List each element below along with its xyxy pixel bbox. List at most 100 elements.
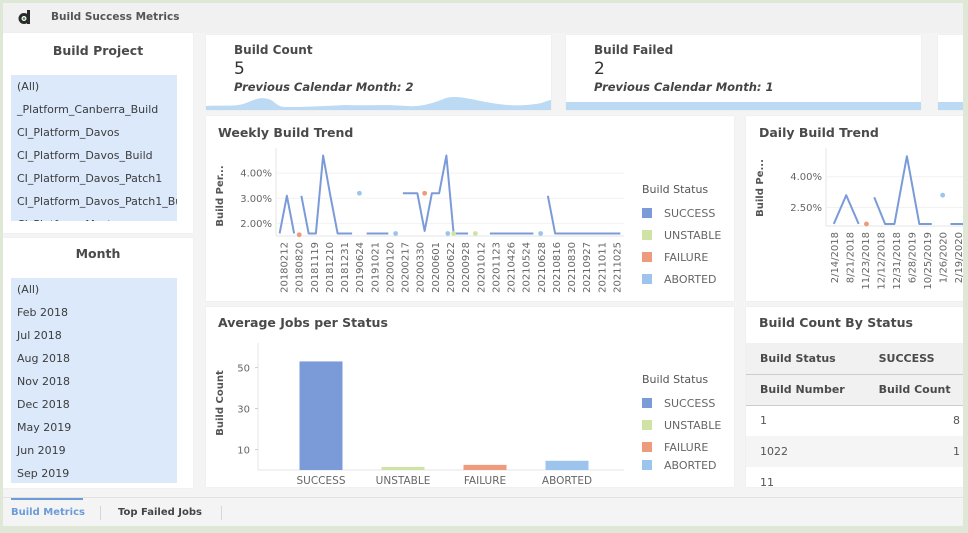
legend-item-unstable[interactable]: UNSTABLE: [642, 414, 721, 436]
x-tick-label: 20191021: [370, 242, 381, 293]
header-cell: Build Number: [746, 374, 865, 406]
x-tick-label: 20210816: [552, 242, 563, 293]
tab-separator: [221, 506, 222, 520]
legend-label: SUCCESS: [664, 206, 716, 220]
series-point-unstable: [451, 231, 457, 236]
x-tick-label: 8/21/2018: [845, 232, 856, 283]
status-table: Build Status SUCCESS Build Number Build …: [746, 343, 963, 487]
kpi-value: 2: [594, 59, 605, 79]
legend-item-unstable[interactable]: UNSTABLE: [642, 224, 721, 246]
legend-item-failure[interactable]: FAILURE: [642, 436, 721, 458]
filter-item[interactable]: Aug 2018: [11, 347, 177, 370]
x-tick-label: 20210830: [567, 242, 578, 293]
active-tab-indicator: [11, 498, 83, 500]
filter-item[interactable]: Jul 2018: [11, 324, 177, 347]
bar-failure: [463, 464, 507, 470]
series-line-success: [832, 194, 860, 225]
legend-label: FAILURE: [664, 440, 709, 454]
filter-item[interactable]: _Platform_Canberra_Build: [11, 98, 177, 121]
tab-separator: [100, 506, 101, 520]
table-header-row: Build Number Build Count: [746, 374, 963, 406]
kpi-label: Build Count: [234, 43, 313, 57]
filter-item[interactable]: CI_Platform_Davos: [11, 121, 177, 144]
build-number-cell: 1: [760, 414, 767, 428]
filter-item[interactable]: CI_Platform_Master: [11, 213, 177, 221]
y-axis-title: Build Per...: [215, 165, 226, 226]
x-tick-label: 20200622: [446, 242, 457, 293]
x-tick-label: 20200601: [431, 242, 442, 293]
x-tick-label: 20210628: [537, 242, 548, 293]
kpi-label: Build Failed: [594, 43, 674, 57]
series-line-success: [873, 155, 932, 225]
legend-swatch: [642, 460, 652, 470]
x-tick-label: 6/28/2019: [908, 232, 919, 283]
filter-item[interactable]: Dec 2018: [11, 393, 177, 416]
legend-item-success[interactable]: SUCCESS: [642, 392, 721, 414]
kpi-previous: Previous Calendar Month: 2: [234, 80, 414, 94]
filter-item[interactable]: May 2019: [11, 416, 177, 439]
series-point-aborted: [393, 231, 399, 236]
x-tick-label: 20190624: [355, 242, 366, 293]
filter-item[interactable]: (All): [11, 278, 177, 301]
legend-item-aborted[interactable]: ABORTED: [642, 268, 721, 290]
tab-top-failed-jobs[interactable]: Top Failed Jobs: [118, 507, 202, 518]
x-tick-label: 20200330: [416, 242, 427, 293]
weekly-trend-chart[interactable]: 2.00% 3.00% 4.00% Build Per... 20180212 20180…: [206, 116, 636, 301]
legend-item-failure[interactable]: FAILURE: [642, 246, 721, 268]
legend-swatch: [642, 230, 652, 240]
y-tick-label: 4.00%: [790, 172, 822, 183]
x-tick-label: 20210426: [507, 242, 518, 293]
x-tick-label: 1/26/2020: [939, 232, 950, 283]
kpi-partial[interactable]: [938, 35, 963, 110]
kpi-sparkline: [938, 102, 963, 110]
x-tick-label: 20200217: [401, 242, 412, 293]
avg-jobs-chart[interactable]: 10 30 50 Build Count SUCCESS UNSTABLE FAILURE A…: [206, 307, 636, 487]
table-row[interactable]: 1 8: [746, 405, 963, 436]
month-list[interactable]: (All) Feb 2018 Jul 2018 Aug 2018 Nov 201…: [11, 278, 177, 483]
tab-build-metrics[interactable]: Build Metrics: [11, 507, 85, 518]
y-axis-title: Build Pe...: [755, 159, 766, 217]
x-tick-label: UNSTABLE: [376, 475, 431, 487]
month-filter: Month (All) Feb 2018 Jul 2018 Aug 2018 N…: [3, 238, 193, 488]
legend-item-success[interactable]: SUCCESS: [642, 202, 721, 224]
x-tick-label: 2/14/2018: [830, 232, 841, 283]
legend-label: UNSTABLE: [664, 228, 722, 242]
series-point-failure: [864, 221, 869, 227]
kpi-build-count[interactable]: Build Count 5 Previous Calendar Month: 2: [206, 35, 551, 110]
kpi-build-failed[interactable]: Build Failed 2 Previous Calendar Month: …: [566, 35, 921, 110]
x-tick-label: 20201012: [476, 242, 487, 293]
y-axis-title: Build Count: [215, 370, 226, 436]
series-point-aborted: [538, 231, 544, 236]
legend-label: SUCCESS: [664, 396, 716, 410]
legend-item-aborted[interactable]: ABORTED: [642, 458, 721, 472]
build-project-filter: Build Project (All) _Platform_Canberra_B…: [3, 33, 193, 233]
build-count-cell: 8: [953, 414, 960, 428]
x-tick-label: ABORTED: [542, 475, 592, 487]
table-row[interactable]: 11: [746, 467, 963, 487]
filter-item[interactable]: CI_Platform_Davos_Patch1_Bu: [11, 190, 177, 213]
filter-item[interactable]: Sep 2019: [11, 462, 177, 483]
x-tick-label: 11/23/2018: [861, 232, 872, 290]
table-row[interactable]: 1022 1: [746, 436, 963, 467]
build-project-list[interactable]: (All) _Platform_Canberra_Build CI_Platfo…: [11, 75, 177, 221]
table-header-row: Build Status SUCCESS: [746, 343, 963, 375]
y-tick-label: 2.00%: [240, 219, 272, 230]
series-point-failure: [296, 232, 302, 238]
legend-swatch: [642, 274, 652, 284]
filter-item[interactable]: Feb 2018: [11, 301, 177, 324]
status-table-title: Build Count By Status: [759, 315, 913, 330]
filter-item[interactable]: Nov 2018: [11, 370, 177, 393]
filter-item[interactable]: CI_Platform_Davos_Build: [11, 144, 177, 167]
daily-trend-chart[interactable]: 2.50% 4.00% Build Pe... 2/14/2018 8/21/2018 1…: [746, 116, 963, 301]
build-number-cell: 11: [760, 476, 774, 487]
legend-swatch: [642, 398, 652, 408]
x-tick-label: 20181210: [325, 242, 336, 293]
filter-item[interactable]: CI_Platform_Davos_Patch1: [11, 167, 177, 190]
filter-item[interactable]: Jun 2019: [11, 439, 177, 462]
avg-jobs-panel: Average Jobs per Status 10 30 50 Build Coun…: [206, 307, 734, 487]
weekly-build-trend-panel: Weekly Build Trend 2.00% 3.00% 4.00% Build …: [206, 116, 734, 301]
d-logo-icon: [18, 10, 30, 24]
series-line-success: [300, 154, 353, 235]
filter-item[interactable]: (All): [11, 75, 177, 98]
dashboard-frame: Build Success Metrics Build Project (All…: [3, 3, 963, 526]
